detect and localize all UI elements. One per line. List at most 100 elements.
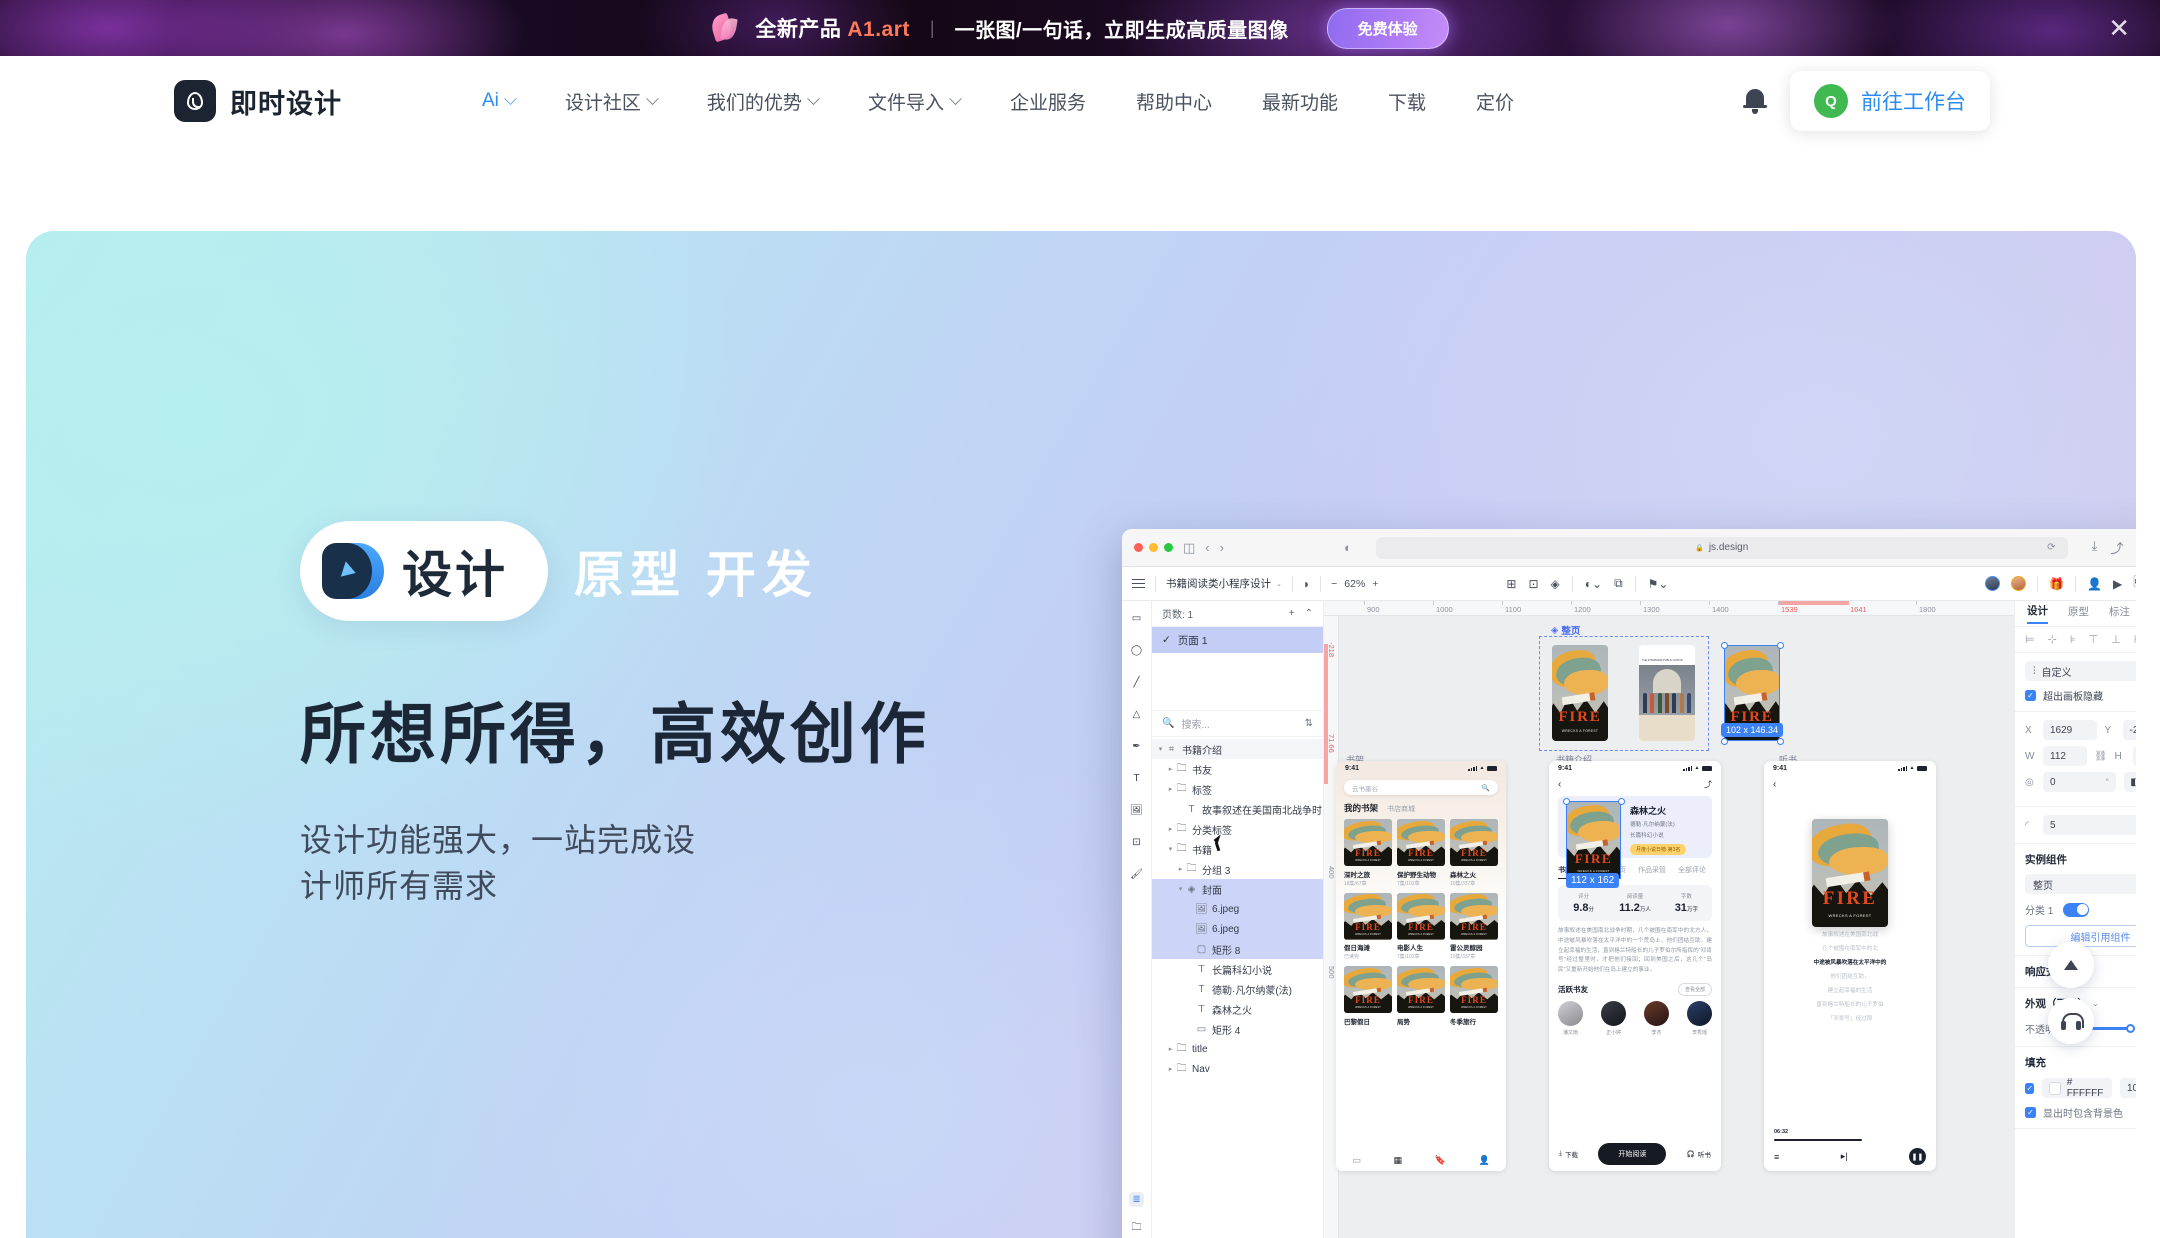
instance-select[interactable]: 整页 ⌄ [2025,874,2136,894]
collaborator-avatar[interactable] [1985,576,2001,591]
component-tool-icon[interactable]: ◈ [1551,577,1560,591]
corner-radius-field[interactable]: 5 [2043,815,2136,835]
layer-item[interactable]: ▸ 🗀 分组 3 [1152,859,1323,879]
layer-item[interactable]: T 德勒·凡尔纳蒙(法) [1152,979,1323,999]
align-right-icon[interactable]: ⊧ [2070,633,2076,646]
layer-item[interactable]: ▸ 🗀 书友 [1152,759,1323,779]
nav-item-help[interactable]: 帮助中心 [1111,88,1237,115]
layer-item[interactable]: T 长篇科幻小说 [1152,959,1323,979]
invite-icon[interactable]: 👤 [2087,577,2102,591]
book-cover[interactable]: FIRE WRECKS A FOREST [1397,819,1445,866]
mask-tool-icon[interactable]: ◐⌄ [1585,577,1602,591]
align-middle-v-icon[interactable]: ⊥ [2111,633,2121,646]
phone-mockup-detail[interactable]: 9:41 ▲ ‹ ⤴ 森林之火 德勒·凡尔纳蒙(法) 长篇科幻小说 月度小说日榜… [1549,761,1721,1171]
resize-handle-tr[interactable] [1777,642,1784,649]
align-top-icon[interactable]: ⊤ [2089,633,2099,646]
sidebar-toggle-icon[interactable]: ◫ [1183,540,1195,556]
pen-tool-icon[interactable]: ✒ [1129,739,1144,754]
y-field[interactable]: -209 [2122,720,2136,740]
text-tool-icon[interactable]: T [1129,771,1144,786]
book-card[interactable]: FIRE WRECKS A FOREST 假日海滩 已读完 [1344,892,1392,960]
fill-enabled-checkbox[interactable]: ✓ [2025,1082,2035,1094]
book-card[interactable]: FIRE WRECKS A FOREST 森林之火 10集/337章 [1450,819,1498,887]
layer-item[interactable]: ▾ ◈ 封面 [1152,879,1323,899]
playlist-icon[interactable]: ≡ [1774,1152,1779,1162]
align-left-icon[interactable]: ⊨ [2025,633,2035,646]
layer-twisty-icon[interactable]: ▸ [1166,825,1175,833]
download-action[interactable]: ⤓ 下载 [1559,1149,1578,1159]
h-field[interactable]: 162 [2132,746,2136,766]
layer-twisty-icon[interactable]: ▸ [1166,785,1175,793]
checkbox-checked-icon[interactable]: ✓ [2025,690,2036,701]
rotation-field[interactable]: 0 ° [2043,772,2116,792]
checkbox-checked-icon[interactable]: ✓ [2025,1107,2036,1118]
book-card[interactable]: FIRE WRECKS A FOREST 雷公灵醇园 10集/337章 [1450,892,1498,960]
friend-item[interactable]: 正小婷 [1601,1000,1626,1036]
sort-icon[interactable]: ⇅ [1305,718,1313,729]
align-bottom-icon[interactable]: ⊦ [2134,633,2136,646]
book-cover[interactable]: FIRE WRECKS A FOREST [1344,819,1392,866]
next-track-icon[interactable]: ▸| [1841,1151,1848,1162]
url-bar[interactable]: 🔒 js.design ⟳ [1375,536,2068,559]
tab-works[interactable]: 作品采管 [1638,865,1666,879]
book-cover[interactable]: FIRE WRECKS A FOREST [1450,966,1498,1013]
resize-handle-br[interactable] [1777,738,1784,745]
nav-bookmark-icon[interactable]: 🔖 [1435,1155,1446,1166]
listen-action[interactable]: 🎧 听书 [1687,1149,1711,1159]
plugin-tool-icon[interactable]: ⚑⌄ [1648,577,1669,591]
support-button[interactable] [2048,998,2094,1044]
ellipse-tool-icon[interactable]: ◯ [1129,643,1144,658]
pause-button[interactable]: ❚❚ [1909,1148,1926,1165]
page-list-item[interactable]: ✓ 页面 1 [1152,627,1323,653]
layer-item[interactable]: T 森林之火 [1152,999,1323,1019]
book-card[interactable]: FIRE WRECKS A FOREST 巴黎假日 [1344,966,1392,1026]
tab-prototype[interactable]: 原型 [2068,604,2089,623]
color-swatch[interactable] [2049,1081,2061,1095]
rectangle-tool-icon[interactable]: ▭ [1129,611,1144,626]
shadow-row[interactable]: ✓ 显出时包含背景色 [2025,1105,2136,1120]
book-cover[interactable]: FIRE WRECKS A FOREST [1344,892,1392,940]
book-cover[interactable]: FIRE WRECKS A FOREST [1397,966,1445,1013]
nav-profile-icon[interactable]: 👤 [1478,1155,1489,1166]
w-field[interactable]: 112 [2043,746,2087,766]
nav-item-import[interactable]: 文件导入 [843,88,985,115]
boolean-tool-icon[interactable]: ⧉ [1614,576,1623,591]
nav-shelf-icon[interactable]: ▦ [1393,1155,1402,1166]
nav-item-enterprise[interactable]: 企业服务 [985,88,1111,115]
fill-opacity-field[interactable]: 100 % [2120,1078,2136,1098]
friend-item[interactable]: 李秀瑶 [1687,1000,1712,1036]
layer-item[interactable]: ▸ 🗀 分类标签 [1152,819,1323,839]
minimize-window-icon[interactable] [1149,543,1158,552]
nav-item-advantages[interactable]: 我们的优势 [682,88,843,115]
variant-toggle[interactable] [2063,902,2090,917]
layer-item[interactable]: ▸ 🗀 Nav [1152,1059,1323,1079]
add-page-button[interactable]: + [1289,608,1295,619]
layer-twisty-icon[interactable]: ▸ [1166,1065,1175,1073]
friends-view-all[interactable]: 查看全部 [1677,982,1712,996]
gift-icon[interactable]: 🎁 [2049,577,2064,591]
resize-handle-tr[interactable] [1618,798,1625,805]
notification-bell-icon[interactable] [1742,87,1768,115]
tab-my-shelf[interactable]: 我的书架 [1344,802,1378,814]
layer-item[interactable]: T 故事叙述在美国南北战争时... [1152,799,1323,819]
nav-item-whatsnew[interactable]: 最新功能 [1237,88,1363,115]
layer-item[interactable]: ▾ 🗀 书籍 [1152,839,1323,859]
book-card[interactable]: FIRE WRECKS A FOREST 冬季旅行 [1450,966,1498,1026]
book-cover[interactable]: FIRE WRECKS A FOREST [1450,819,1498,866]
layer-twisty-icon[interactable]: ▾ [1156,745,1165,753]
brand-logo[interactable]: 即时设计 [174,80,342,122]
menu-icon[interactable] [1132,578,1145,589]
clip-content-row[interactable]: ✓ 超出画板隐藏 [2025,688,2136,703]
promo-cta-button[interactable]: 免费体验 [1326,7,1449,49]
fill-color-field[interactable]: # FFFFFF [2042,1077,2112,1099]
frame-tool-icon[interactable]: ⊞ [1506,577,1516,591]
design-canvas[interactable]: 900 1000 1100 1200 1300 1400 1539 1641 1800 -218… [1324,601,2014,1238]
goto-workbench-button[interactable]: Q 前往工作台 [1790,71,1990,131]
align-center-h-icon[interactable]: ⊹ [2048,633,2057,646]
collaborator-avatar[interactable] [2011,576,2027,591]
close-icon[interactable]: ✕ [2108,15,2130,41]
layer-item[interactable]: ▢ 矩形 8 [1152,939,1323,959]
friend-item[interactable]: 李杰 [1644,1000,1669,1036]
poster-thumbnail[interactable]: FIRE WRECKS A FOREST [1552,645,1608,741]
nav-item-download[interactable]: 下载 [1363,88,1451,115]
